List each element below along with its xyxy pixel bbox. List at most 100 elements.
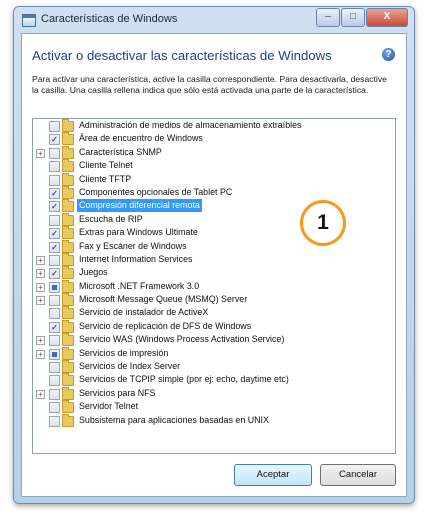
close-button[interactable]: X [366, 8, 408, 27]
help-icon[interactable]: ? [382, 48, 395, 61]
expand-icon[interactable]: + [36, 255, 45, 265]
feature-checkbox[interactable]: ✓ [49, 228, 60, 240]
feature-row[interactable]: Cliente Telnet [33, 159, 395, 173]
feature-row[interactable]: + Servicios de impresión [33, 346, 395, 360]
expand-icon[interactable]: + [36, 389, 45, 399]
feature-row[interactable]: + Servicios para NFS [33, 386, 395, 400]
title-bar[interactable]: Características de Windows – □ X [14, 7, 414, 33]
feature-checkbox[interactable] [49, 161, 60, 173]
feature-row[interactable]: + Microsoft Message Queue (MSMQ) Server [33, 293, 395, 307]
feature-label: Característica SNMP [79, 146, 162, 157]
feature-checkbox[interactable] [49, 214, 60, 226]
features-tree[interactable]: Administración de medios de almacenamien… [32, 118, 396, 454]
feature-label: Compresión diferencial remota [77, 199, 202, 213]
feature-checkbox[interactable]: ✓ [49, 321, 60, 333]
folder-icon [62, 172, 74, 186]
expand-icon[interactable]: + [36, 349, 45, 359]
folder-icon [62, 413, 74, 427]
feature-checkbox[interactable] [49, 402, 60, 414]
feature-label: Cliente Telnet [79, 160, 133, 171]
feature-row[interactable]: + Microsoft .NET Framework 3.0 [33, 279, 395, 293]
feature-label: Extras para Windows Ultimate [79, 227, 198, 238]
folder-icon [62, 319, 74, 333]
feature-label: Juegos [79, 267, 108, 278]
page-title: Activar o desactivar las características… [32, 48, 332, 63]
feature-label: Servidor Telnet [79, 401, 139, 412]
feature-checkbox[interactable]: ✓ [49, 201, 60, 213]
maximize-button[interactable]: □ [341, 8, 365, 27]
folder-icon [62, 226, 74, 240]
feature-checkbox[interactable] [49, 281, 60, 293]
feature-checkbox[interactable] [49, 335, 60, 347]
folder-icon [62, 333, 74, 347]
feature-label: Servicio de instalador de ActiveX [79, 307, 209, 318]
feature-checkbox[interactable] [49, 121, 60, 132]
feature-checkbox[interactable] [49, 362, 60, 374]
ok-button[interactable]: Aceptar [234, 464, 312, 486]
window-title: Características de Windows [41, 13, 178, 25]
feature-row[interactable]: ✓ Componentes opcionales de Tablet PC [33, 185, 395, 199]
feature-row[interactable]: Servicio de instalador de ActiveX [33, 306, 395, 320]
feature-row[interactable]: ✓ Área de encuentro de Windows [33, 132, 395, 146]
feature-checkbox[interactable] [49, 308, 60, 320]
feature-checkbox[interactable] [49, 295, 60, 307]
folder-icon [62, 199, 74, 213]
feature-label: Servicios de impresión [79, 347, 169, 358]
folder-icon [62, 119, 74, 132]
folder-icon [62, 386, 74, 400]
feature-checkbox[interactable] [49, 415, 60, 427]
feature-checkbox[interactable]: ✓ [49, 268, 60, 280]
cancel-button[interactable]: Cancelar [320, 464, 396, 486]
feature-row[interactable]: + ✓ Juegos [33, 266, 395, 280]
expand-icon[interactable]: + [36, 148, 45, 158]
folder-icon [62, 252, 74, 266]
feature-checkbox[interactable]: ✓ [49, 134, 60, 146]
folder-icon [62, 346, 74, 360]
folder-icon [62, 239, 74, 253]
dialog-content: Activar o desactivar las características… [21, 33, 407, 497]
folder-icon [62, 360, 74, 374]
folder-icon [62, 373, 74, 387]
feature-checkbox[interactable] [49, 147, 60, 159]
feature-row[interactable]: Administración de medios de almacenamien… [33, 119, 395, 132]
folder-icon [62, 400, 74, 414]
feature-row[interactable]: ✓ Servicio de replicación de DFS de Windo… [33, 319, 395, 333]
feature-row[interactable]: Subsistema para aplicaciones basadas en … [33, 413, 395, 427]
expand-icon[interactable]: + [36, 296, 45, 306]
feature-label: Cliente TFTP [79, 173, 132, 184]
feature-label: Escucha de RIP [79, 213, 143, 224]
feature-row[interactable]: Servicios de TCPIP simple (por ej: echo,… [33, 373, 395, 387]
folder-icon [62, 293, 74, 307]
feature-row[interactable]: Servicios de Index Server [33, 360, 395, 374]
feature-row[interactable]: Cliente TFTP [33, 172, 395, 186]
window-controls: – □ X [315, 8, 408, 27]
feature-checkbox[interactable] [49, 254, 60, 266]
folder-icon [62, 132, 74, 146]
description-text: Para activar una característica, active … [32, 74, 387, 95]
feature-label: Subsistema para aplicaciones basadas en … [79, 414, 269, 425]
minimize-button[interactable]: – [316, 8, 340, 27]
feature-row[interactable]: Servidor Telnet [33, 400, 395, 414]
feature-checkbox[interactable]: ✓ [49, 241, 60, 253]
feature-row[interactable]: + Internet Information Services [33, 252, 395, 266]
folder-icon [62, 185, 74, 199]
feature-checkbox[interactable] [49, 388, 60, 400]
feature-checkbox[interactable] [49, 375, 60, 387]
feature-label: Servicio de replicación de DFS de Window… [79, 320, 252, 331]
feature-checkbox[interactable]: ✓ [49, 187, 60, 199]
feature-label: Internet Information Services [79, 253, 193, 264]
feature-label: Servicios de Index Server [79, 361, 181, 372]
feature-row[interactable]: + Servicio WAS (Windows Process Activatio… [33, 333, 395, 347]
feature-checkbox[interactable] [49, 174, 60, 186]
folder-icon [62, 266, 74, 280]
feature-label: Fax y Escáner de Windows [79, 240, 187, 251]
feature-label: Área de encuentro de Windows [79, 133, 203, 144]
expand-icon[interactable]: + [36, 269, 45, 279]
feature-row[interactable]: + Característica SNMP [33, 145, 395, 159]
feature-checkbox[interactable] [49, 348, 60, 360]
expand-icon[interactable]: + [36, 282, 45, 292]
folder-icon [62, 212, 74, 226]
expand-icon[interactable]: + [36, 336, 45, 346]
feature-row[interactable]: ✓ Fax y Escáner de Windows [33, 239, 395, 253]
callout-number-badge: 1 [300, 200, 346, 246]
